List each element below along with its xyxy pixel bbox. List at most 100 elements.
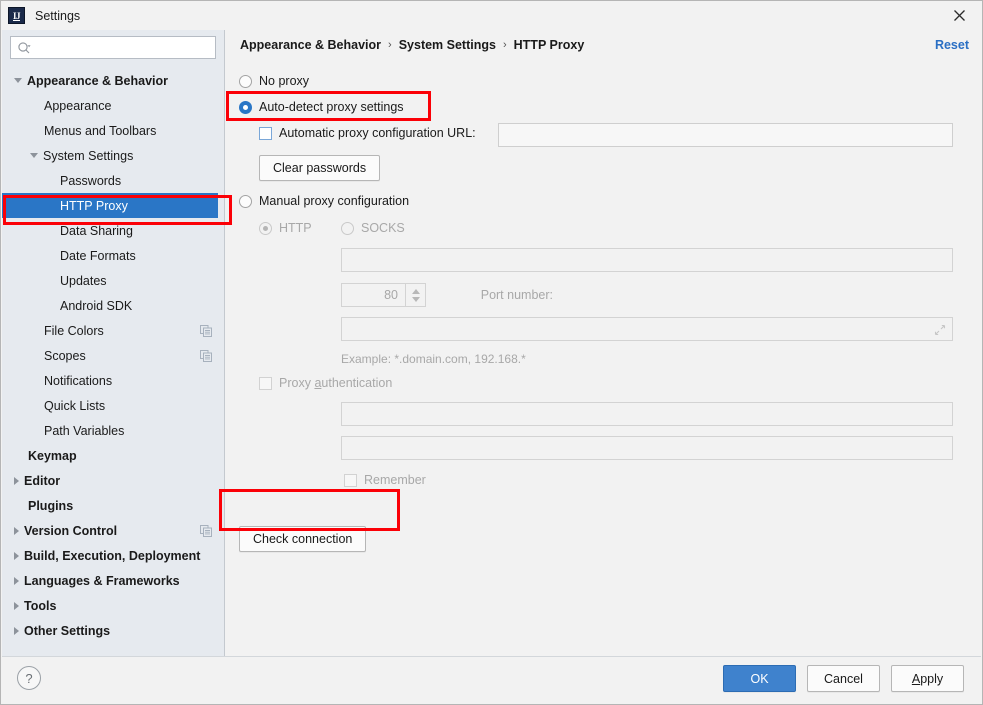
chevron-up-icon[interactable] (411, 288, 420, 294)
search-input[interactable] (31, 39, 215, 56)
auto-detect-label: Auto-detect proxy settings (259, 100, 404, 114)
no-proxy-radio[interactable] (239, 74, 252, 88)
chevron-down-icon[interactable] (30, 153, 38, 158)
sidebar-item-system-settings[interactable]: System Settings (2, 143, 224, 168)
title-bar: IJ Settings (1, 1, 982, 30)
sidebar-item-editor[interactable]: Editor (2, 468, 224, 493)
sidebar-item-label: File Colors (44, 323, 104, 338)
sidebar-item-notifications[interactable]: Notifications (2, 368, 224, 393)
sidebar-item-data-sharing[interactable]: Data Sharing (2, 218, 224, 243)
copy-icon[interactable] (200, 349, 212, 362)
sidebar-item-other-settings[interactable]: Other Settings (2, 618, 224, 643)
ok-button[interactable]: OK (723, 665, 796, 692)
sidebar-item-label: Path Variables (44, 423, 125, 438)
sidebar-item-label: Plugins (28, 498, 74, 513)
sidebar-item-label: Tools (24, 598, 57, 613)
sidebar-item-tools[interactable]: Tools (2, 593, 224, 618)
sidebar-item-menus-and-toolbars[interactable]: Menus and Toolbars (2, 118, 224, 143)
sidebar-item-updates[interactable]: Updates (2, 268, 224, 293)
proxy-authentication-option[interactable]: Proxy authentication (259, 376, 392, 390)
sidebar-item-label: Version Control (24, 523, 118, 538)
remember-checkbox[interactable] (344, 473, 357, 487)
host-name-input[interactable] (341, 248, 953, 272)
copy-icon[interactable] (200, 524, 212, 537)
auto-config-url-label: Automatic proxy configuration URL: (279, 126, 476, 140)
password-input[interactable] (341, 436, 953, 460)
sidebar-item-label: System Settings (43, 148, 134, 163)
auto-detect-radio[interactable] (239, 100, 252, 114)
port-number-value[interactable]: 80 (342, 284, 405, 306)
sidebar-item-label: Data Sharing (60, 223, 133, 238)
auto-config-url-option[interactable]: Automatic proxy configuration URL: (259, 126, 476, 140)
sidebar-item-file-colors[interactable]: File Colors (2, 318, 224, 343)
sidebar-item-appearance[interactable]: Appearance (2, 93, 224, 118)
sidebar-item-http-proxy[interactable]: HTTP Proxy (2, 193, 218, 218)
http-protocol-option[interactable]: HTTP (259, 221, 312, 235)
sidebar-item-passwords[interactable]: Passwords (2, 168, 224, 193)
manual-proxy-option[interactable]: Manual proxy configuration (239, 194, 409, 208)
chevron-right-icon[interactable] (14, 601, 19, 610)
sidebar-item-build-execution-deployment[interactable]: Build, Execution, Deployment (2, 543, 224, 568)
breadcrumb-part-1[interactable]: Appearance & Behavior (240, 38, 381, 52)
expand-icon[interactable] (934, 324, 946, 336)
proxy-form: No proxy Auto-detect proxy settings Auto… (226, 64, 981, 657)
search-area (2, 30, 224, 59)
sidebar-item-plugins[interactable]: Plugins (2, 493, 224, 518)
apply-button[interactable]: Apply (891, 665, 964, 692)
sidebar-item-label: Date Formats (60, 248, 136, 263)
port-number-arrows[interactable] (405, 284, 425, 306)
help-button[interactable]: ? (17, 666, 41, 690)
sidebar-item-quick-lists[interactable]: Quick Lists (2, 393, 224, 418)
check-connection-button[interactable]: Check connection (239, 526, 367, 552)
proxy-authentication-checkbox[interactable] (259, 376, 272, 390)
settings-sidebar: Appearance & Behavior Appearance Menus and… (2, 30, 225, 657)
port-number-stepper[interactable]: 80 (341, 283, 426, 307)
chevron-right-icon[interactable] (14, 476, 19, 485)
breadcrumb: Appearance & Behavior › System Settings … (240, 38, 584, 52)
sidebar-item-languages-frameworks[interactable]: Languages & Frameworks (2, 568, 224, 593)
sidebar-item-version-control[interactable]: Version Control (2, 518, 224, 543)
auto-config-url-input[interactable] (498, 123, 953, 147)
socks-protocol-option[interactable]: SOCKS (341, 221, 405, 235)
reset-link[interactable]: Reset (935, 38, 969, 52)
chevron-down-icon[interactable] (14, 78, 22, 83)
sidebar-item-android-sdk[interactable]: Android SDK (2, 293, 224, 318)
sidebar-item-label: Quick Lists (44, 398, 106, 413)
http-radio[interactable] (259, 221, 272, 235)
remember-option[interactable]: Remember (344, 473, 426, 487)
socks-radio[interactable] (341, 221, 354, 235)
copy-icon[interactable] (200, 324, 212, 337)
sidebar-item-label: HTTP Proxy (60, 198, 128, 213)
auto-detect-option[interactable]: Auto-detect proxy settings (239, 100, 404, 114)
sidebar-item-date-formats[interactable]: Date Formats (2, 243, 224, 268)
no-proxy-label: No proxy (259, 74, 310, 88)
intellij-logo-icon: IJ (8, 7, 25, 24)
sidebar-item-scopes[interactable]: Scopes (2, 343, 224, 368)
sidebar-item-path-variables[interactable]: Path Variables (2, 418, 224, 443)
sidebar-item-label: Appearance & Behavior (27, 73, 169, 88)
breadcrumb-part-2[interactable]: System Settings (399, 38, 496, 52)
chevron-right-icon[interactable] (14, 526, 19, 535)
search-icon (17, 41, 31, 55)
sidebar-item-keymap[interactable]: Keymap (2, 443, 224, 468)
clear-passwords-button[interactable]: Clear passwords (259, 155, 381, 181)
chevron-right-icon[interactable] (14, 576, 19, 585)
chevron-right-icon[interactable] (14, 626, 19, 635)
sidebar-item-appearance-behavior[interactable]: Appearance & Behavior (2, 68, 224, 93)
chevron-right-icon[interactable] (14, 551, 19, 560)
auto-config-url-checkbox[interactable] (259, 126, 272, 140)
cancel-button[interactable]: Cancel (807, 665, 880, 692)
no-proxy-option[interactable]: No proxy (239, 74, 309, 88)
sidebar-item-label: Android SDK (60, 298, 133, 313)
manual-proxy-radio[interactable] (239, 194, 252, 208)
search-box[interactable] (10, 36, 216, 59)
close-icon[interactable] (936, 1, 982, 30)
login-input[interactable] (341, 402, 953, 426)
sidebar-item-label: Keymap (28, 448, 77, 463)
chevron-down-icon[interactable] (411, 296, 420, 302)
no-proxy-for-input[interactable] (341, 317, 953, 341)
